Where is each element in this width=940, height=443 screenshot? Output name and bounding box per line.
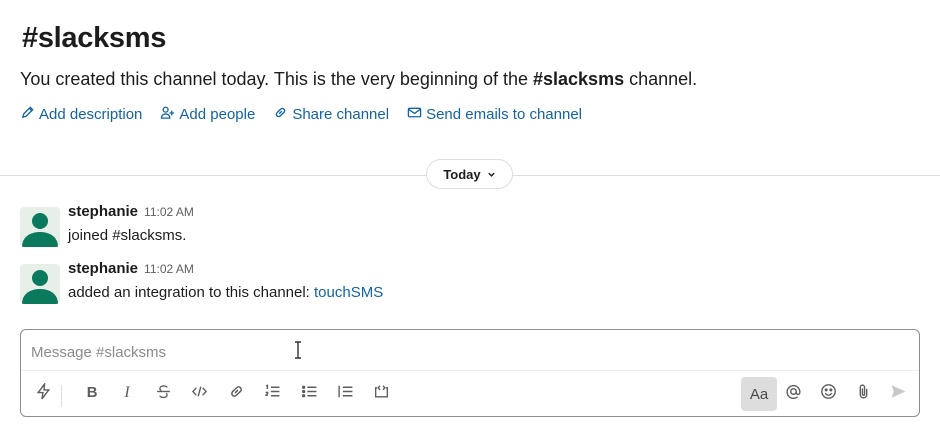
intro-prefix: You created this channel today. This is … bbox=[20, 69, 533, 89]
mention-button[interactable] bbox=[778, 379, 808, 409]
send-button[interactable] bbox=[883, 379, 913, 409]
send-icon bbox=[890, 383, 907, 405]
ordered-list-icon bbox=[264, 383, 281, 405]
strikethrough-button[interactable] bbox=[148, 379, 178, 409]
message-author[interactable]: stephanie bbox=[68, 260, 138, 277]
paperclip-icon bbox=[855, 383, 872, 405]
pencil-icon bbox=[20, 105, 35, 124]
channel-intro: You created this channel today. This is … bbox=[20, 69, 697, 90]
text-cursor-icon bbox=[293, 341, 303, 359]
email-icon bbox=[407, 105, 422, 124]
smiley-icon bbox=[820, 383, 837, 405]
emoji-button[interactable] bbox=[813, 379, 843, 409]
shortcuts-button[interactable] bbox=[28, 379, 58, 409]
avatar[interactable] bbox=[20, 207, 60, 247]
formatting-toolbar: B I Aa bbox=[21, 370, 919, 417]
intro-suffix: channel. bbox=[624, 69, 698, 89]
bold-button[interactable]: B bbox=[76, 379, 106, 409]
svg-text:B: B bbox=[86, 385, 97, 400]
date-divider-button[interactable]: Today bbox=[426, 159, 513, 189]
ordered-list-button[interactable] bbox=[257, 379, 287, 409]
link-icon bbox=[228, 383, 245, 405]
add-people-button[interactable]: Add people bbox=[160, 105, 255, 124]
italic-button[interactable]: I bbox=[112, 379, 142, 409]
blockquote-button[interactable] bbox=[330, 379, 360, 409]
share-channel-label: Share channel bbox=[292, 106, 390, 123]
avatar[interactable] bbox=[20, 264, 60, 304]
message-author[interactable]: stephanie bbox=[68, 203, 138, 220]
strikethrough-icon bbox=[155, 383, 172, 405]
add-people-label: Add people bbox=[179, 106, 256, 123]
code-block-icon bbox=[373, 383, 390, 405]
message-header: stephanie 11:02 AM bbox=[68, 203, 194, 221]
link-icon bbox=[273, 105, 288, 124]
message-header: stephanie 11:02 AM bbox=[68, 260, 194, 278]
svg-text:I: I bbox=[123, 384, 130, 400]
toolbar-divider bbox=[61, 385, 62, 407]
integration-link[interactable]: touchSMS bbox=[314, 284, 383, 301]
blockquote-icon bbox=[337, 383, 354, 405]
at-sign-icon bbox=[785, 383, 802, 405]
formatting-toggle-button[interactable]: Aa bbox=[741, 377, 777, 411]
message-composer: Message #slacksms B I Aa bbox=[20, 329, 920, 417]
add-description-button[interactable]: Add description bbox=[20, 105, 142, 124]
intro-channel-name: #slacksms bbox=[533, 69, 625, 89]
code-block-button[interactable] bbox=[366, 379, 396, 409]
code-button[interactable] bbox=[184, 379, 214, 409]
bulleted-list-button[interactable] bbox=[294, 379, 324, 409]
share-channel-button[interactable]: Share channel bbox=[273, 105, 389, 124]
message-text-content: added an integration to this channel: bbox=[68, 284, 315, 301]
add-description-label: Add description bbox=[39, 106, 143, 123]
attach-button[interactable] bbox=[848, 379, 878, 409]
message-timestamp[interactable]: 11:02 AM bbox=[144, 262, 194, 276]
send-emails-button[interactable]: Send emails to channel bbox=[407, 105, 582, 124]
link-button[interactable] bbox=[221, 379, 251, 409]
chevron-down-icon bbox=[487, 167, 496, 182]
send-emails-label: Send emails to channel bbox=[426, 106, 582, 123]
message-input[interactable]: Message #slacksms bbox=[31, 344, 166, 361]
bold-icon: B bbox=[83, 383, 100, 405]
bulleted-list-icon bbox=[301, 383, 318, 405]
channel-actions: Add description Add people Share channel… bbox=[20, 105, 582, 124]
italic-icon: I bbox=[119, 383, 136, 405]
message-text: joined #slacksms. bbox=[68, 227, 187, 244]
message-text: added an integration to this channel: to… bbox=[68, 284, 383, 301]
date-divider-label: Today bbox=[443, 166, 481, 182]
code-icon bbox=[191, 383, 208, 405]
add-person-icon bbox=[160, 105, 175, 124]
lightning-icon bbox=[35, 381, 52, 405]
message-timestamp[interactable]: 11:02 AM bbox=[144, 205, 194, 219]
channel-title: #slacksms bbox=[22, 22, 167, 54]
